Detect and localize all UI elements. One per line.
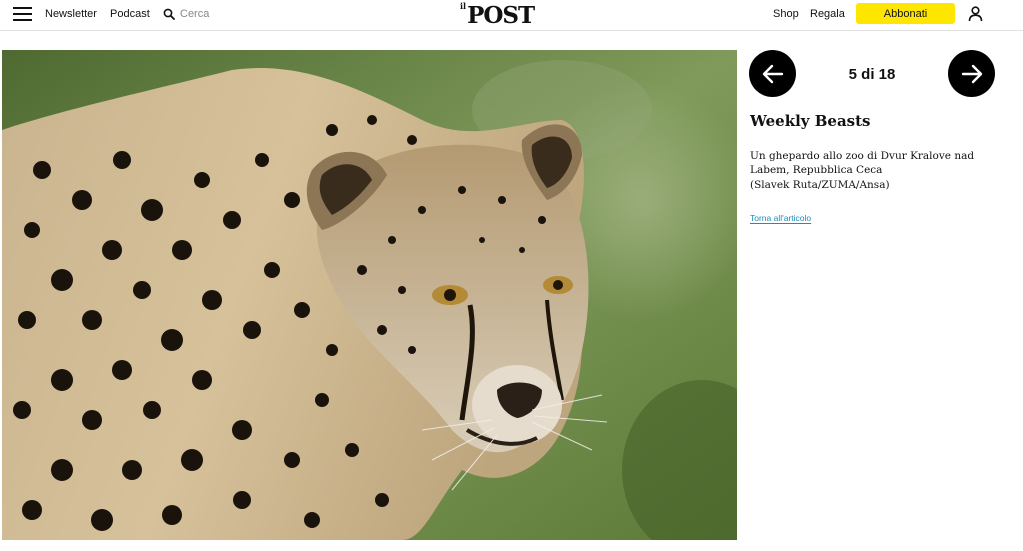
user-icon[interactable] bbox=[968, 6, 983, 22]
search-box[interactable] bbox=[163, 5, 240, 23]
photo-counter: 5 di 18 bbox=[848, 66, 896, 83]
search-input[interactable] bbox=[180, 8, 240, 20]
back-to-article-link[interactable]: Torna all'articolo bbox=[750, 213, 811, 223]
search-icon[interactable] bbox=[163, 8, 175, 20]
previous-photo-button[interactable] bbox=[749, 50, 796, 97]
site-logo[interactable]: il POST bbox=[460, 0, 535, 29]
nav-podcast-link[interactable]: Podcast bbox=[110, 8, 150, 20]
photo-credit: (Slavek Ruta/ZUMA/Ansa) bbox=[750, 179, 890, 191]
hamburger-menu-icon[interactable] bbox=[13, 6, 32, 22]
subscribe-button[interactable]: Abbonati bbox=[856, 3, 955, 24]
logo-post-text: POST bbox=[467, 2, 535, 29]
nav-shop-link[interactable]: Shop bbox=[773, 8, 799, 20]
logo-il-text: il bbox=[460, 1, 467, 11]
gallery-title: Weekly Beasts bbox=[750, 112, 871, 130]
arrow-right-icon bbox=[961, 64, 982, 83]
nav-regala-link[interactable]: Regala bbox=[810, 8, 845, 20]
next-photo-button[interactable] bbox=[948, 50, 995, 97]
site-header: Newsletter Podcast il POST Shop Regala A… bbox=[0, 0, 1023, 31]
arrow-left-icon bbox=[762, 64, 783, 83]
gallery-photo bbox=[2, 50, 737, 540]
nav-newsletter-link[interactable]: Newsletter bbox=[45, 8, 97, 20]
photo-caption: Un ghepardo allo zoo di Dvur Kralove nad… bbox=[750, 150, 975, 177]
